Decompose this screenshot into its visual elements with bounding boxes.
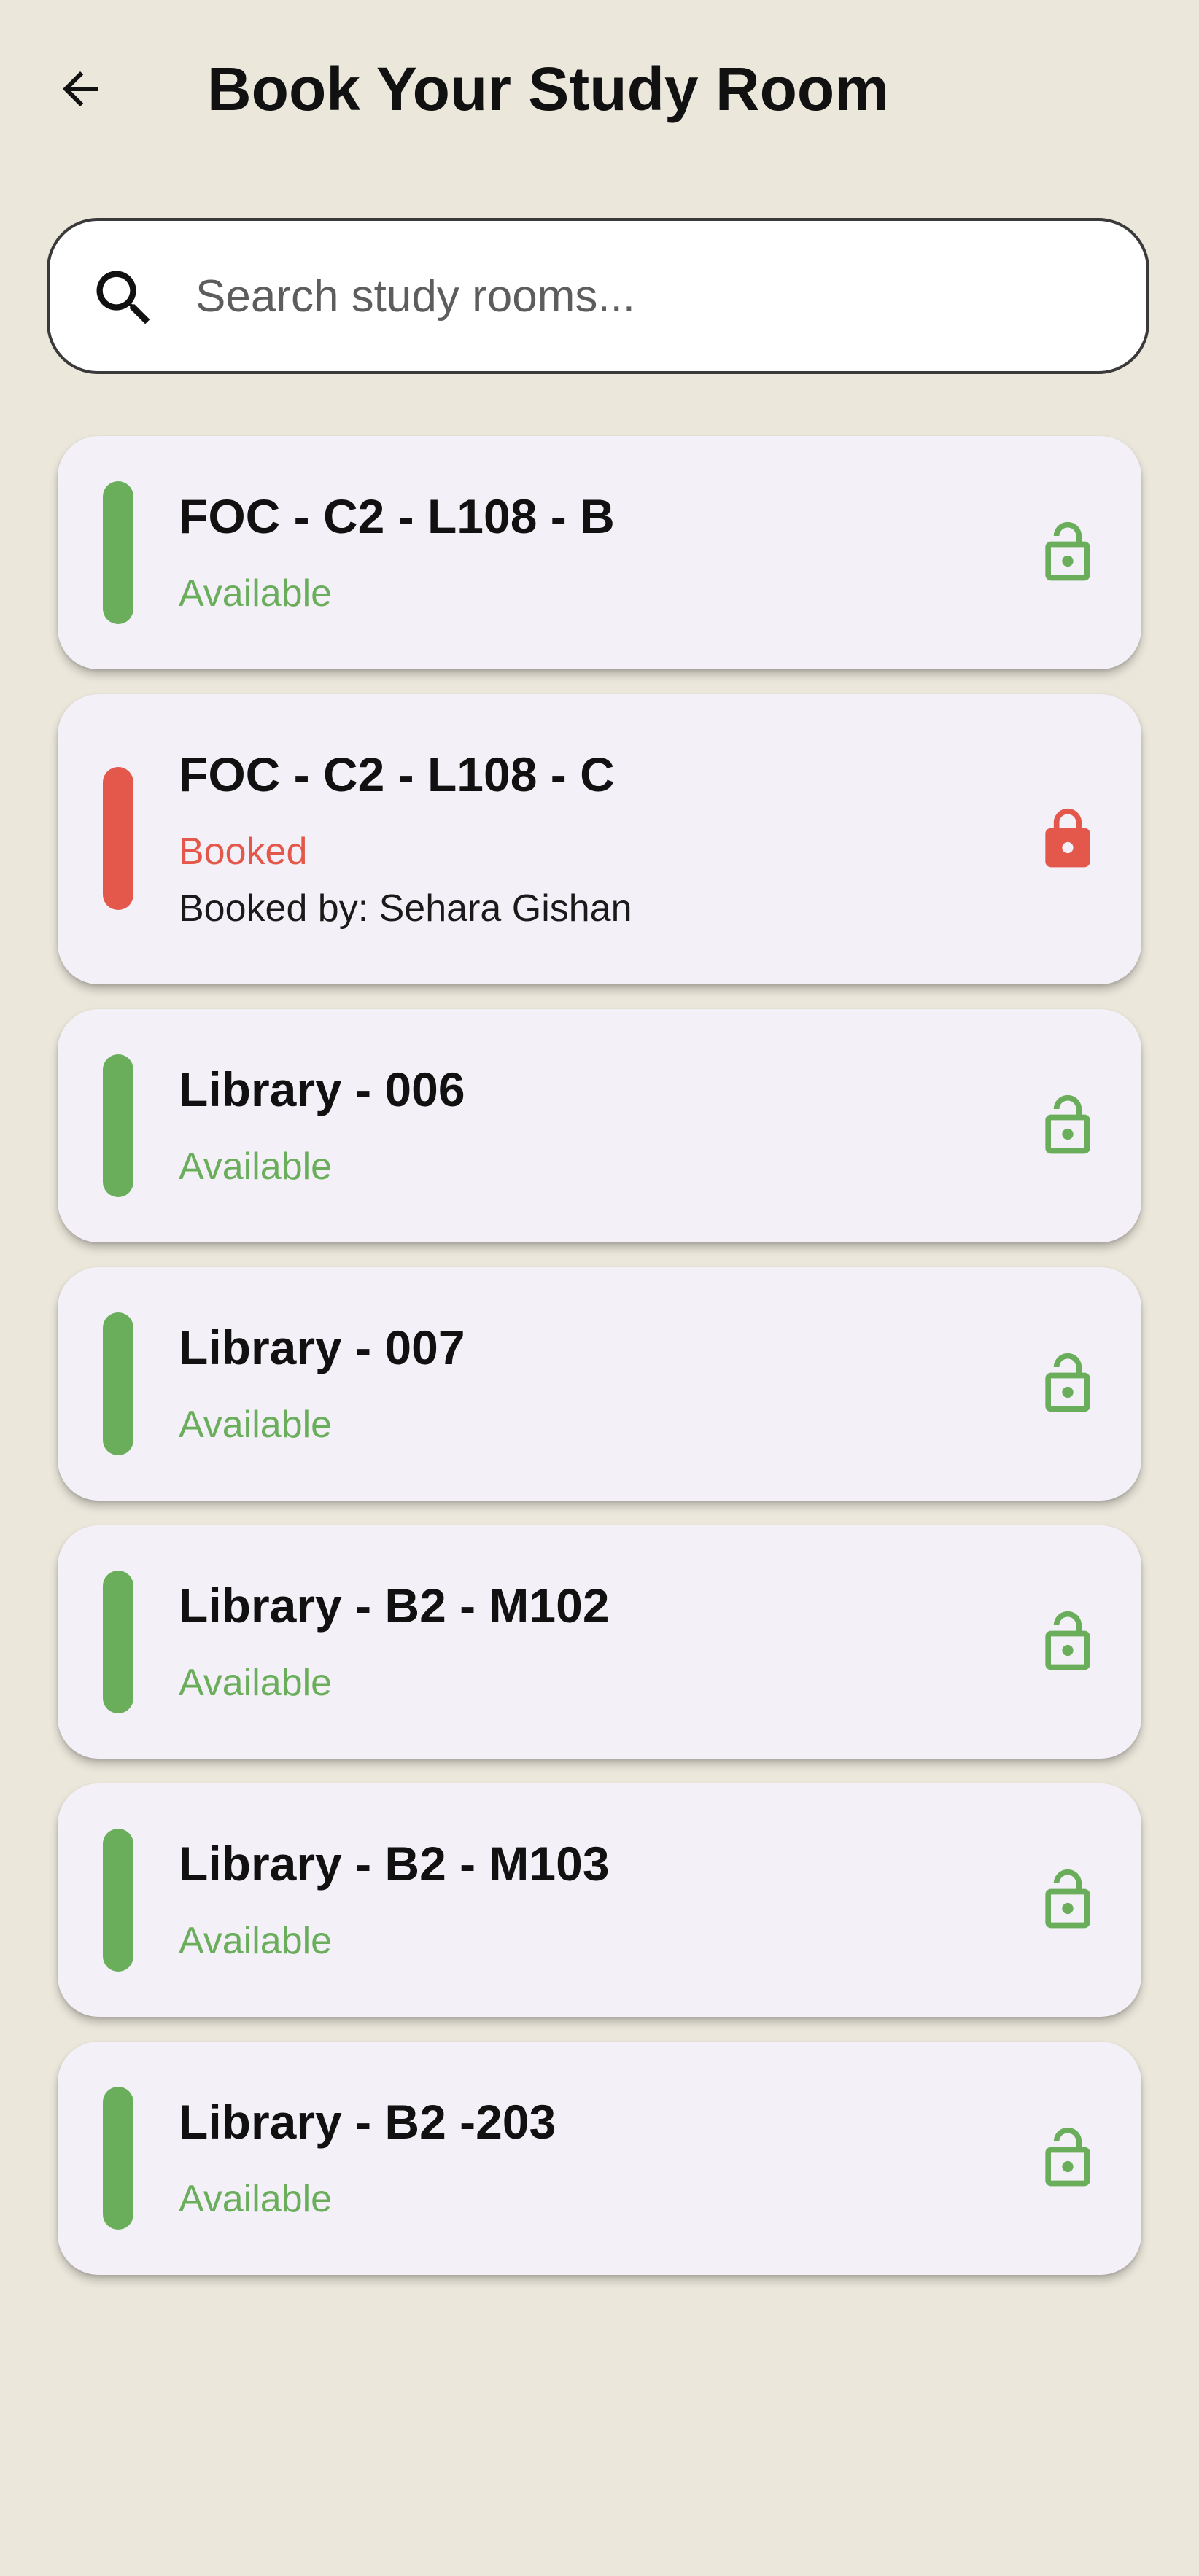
lock-open-icon (1045, 1611, 1090, 1670)
page-title: Book Your Study Room (207, 55, 889, 123)
status-indicator-bar (103, 1571, 133, 1713)
room-name: Library - 006 (179, 1062, 465, 1116)
room-status: Available (179, 1145, 333, 1188)
app-bar: Book Your Study Room (0, 0, 1199, 182)
lock-open-icon (1045, 1353, 1090, 1412)
room-name: FOC - C2 - L108 - B (179, 489, 615, 543)
room-card[interactable]: FOC - C2 - L108 - C Booked Booked by: Seha… (58, 694, 1141, 984)
room-status: Booked (179, 830, 308, 873)
room-status: Available (179, 1920, 333, 1962)
search-input[interactable] (195, 221, 1114, 371)
room-card[interactable]: Library - 006 Available (58, 1009, 1141, 1242)
status-indicator-bar (103, 2087, 133, 2230)
room-card[interactable]: FOC - C2 - L108 - B Available (58, 436, 1141, 669)
lock-open-icon (1045, 1869, 1090, 1929)
book-room-button[interactable] (1028, 2118, 1108, 2198)
booked-lock-button[interactable] (1028, 799, 1108, 879)
book-room-button[interactable] (1028, 1602, 1108, 1682)
status-indicator-bar (103, 767, 133, 910)
room-card[interactable]: Library - B2 - M102 Available (58, 1525, 1141, 1759)
book-room-button[interactable] (1028, 1086, 1108, 1166)
room-card[interactable]: Library - B2 - M103 Available (58, 1783, 1141, 2017)
lock-open-icon (1045, 1094, 1090, 1154)
room-status: Available (179, 572, 333, 615)
status-indicator-bar (103, 481, 133, 624)
search-icon (96, 271, 150, 324)
room-status: Available (179, 1404, 333, 1446)
search-bar[interactable] (47, 218, 1149, 374)
book-room-button[interactable] (1028, 513, 1108, 593)
lock-open-icon (1045, 2127, 1090, 2187)
room-card[interactable]: Library - 007 Available (58, 1267, 1141, 1501)
room-name: Library - 007 (179, 1320, 465, 1374)
book-room-button[interactable] (1028, 1344, 1108, 1424)
status-indicator-bar (103, 1829, 133, 1972)
lock-closed-icon (1045, 808, 1090, 868)
arrow-left-icon (63, 71, 98, 106)
room-name: FOC - C2 - L108 - C (179, 747, 615, 801)
lock-open-icon (1045, 521, 1090, 581)
room-status: Available (179, 1662, 333, 1704)
room-name: Library - B2 -203 (179, 2095, 556, 2149)
room-card[interactable]: Library - B2 -203 Available (58, 2042, 1141, 2275)
room-name: Library - B2 - M102 (179, 1579, 610, 1633)
status-indicator-bar (103, 1054, 133, 1197)
room-name: Library - B2 - M103 (179, 1837, 610, 1891)
status-indicator-bar (103, 1312, 133, 1455)
booked-by-text: Booked by: Sehara Gishan (179, 887, 632, 930)
book-room-button[interactable] (1028, 1860, 1108, 1940)
back-button[interactable] (44, 52, 117, 125)
room-status: Available (179, 2178, 333, 2220)
